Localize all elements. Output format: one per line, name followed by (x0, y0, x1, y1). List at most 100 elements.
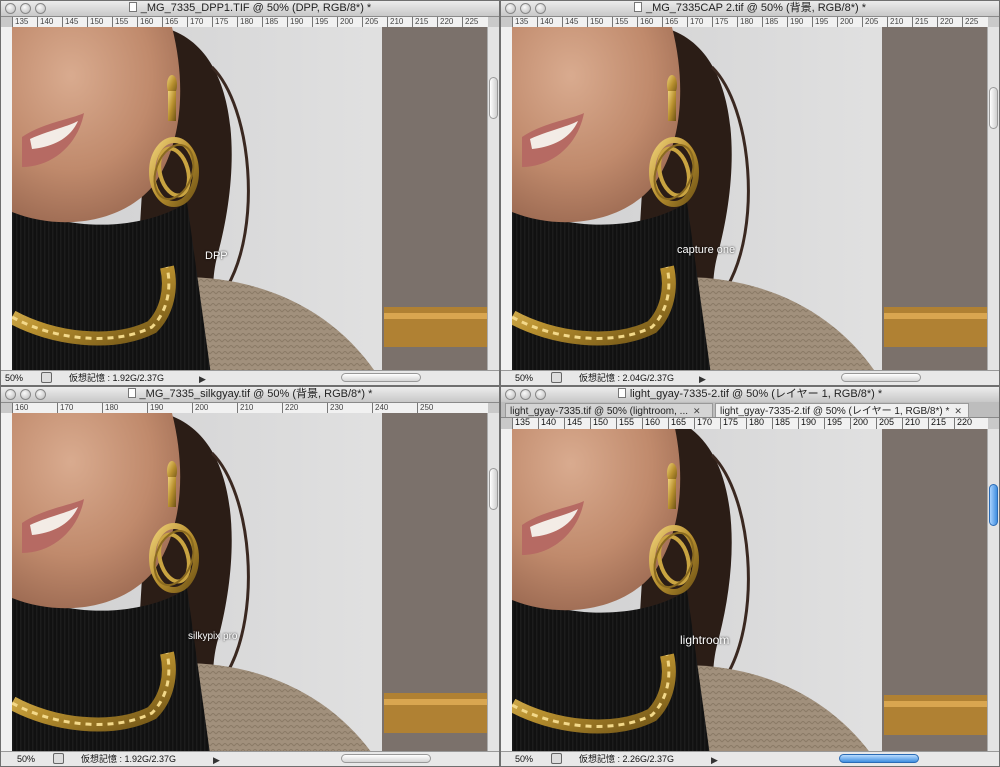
navigator-icon[interactable] (53, 753, 64, 764)
status-bar: 50% 仮想記憶 : 2.04G/2.37G ▶ (501, 370, 999, 385)
vertical-scroll-thumb[interactable] (489, 468, 498, 510)
ruler-tick: 215 (912, 17, 928, 27)
ruler-tick: 160 (12, 403, 28, 413)
ruler-tick: 205 (876, 418, 894, 429)
vertical-scrollbar[interactable] (487, 27, 499, 370)
status-menu-arrow-icon[interactable]: ▶ (699, 372, 706, 385)
status-menu-arrow-icon[interactable]: ▶ (711, 753, 718, 766)
ruler-tick: 195 (824, 418, 842, 429)
document-icon (127, 388, 136, 398)
horizontal-scroll-thumb[interactable] (341, 373, 421, 382)
processor-label: DPP (205, 250, 228, 262)
document-tab-lightroom[interactable]: light_gyay-7335.tif @ 50% (lightroom, ..… (505, 403, 713, 417)
ruler-tick: 200 (337, 17, 353, 27)
window-title: light_gyay-7335-2.tif @ 50% (レイヤー 1, RGB… (629, 388, 883, 400)
memory-status: 仮想記憶 : 1.92G/2.37G (69, 373, 165, 383)
zoom-button[interactable] (535, 389, 546, 400)
zoom-button[interactable] (35, 3, 46, 14)
window-titlebar[interactable]: _MG_7335CAP 2.tif @ 50% (背景, RGB/8*) * (501, 1, 999, 17)
window-controls (5, 389, 46, 400)
close-button[interactable] (505, 389, 516, 400)
document-window-capture-one[interactable]: _MG_7335CAP 2.tif @ 50% (背景, RGB/8*) * 1… (500, 0, 1000, 386)
photo-image (512, 429, 989, 753)
minimize-button[interactable] (520, 3, 531, 14)
ruler-tick: 155 (112, 17, 128, 27)
zoom-button[interactable] (35, 389, 46, 400)
ruler-tick: 195 (812, 17, 828, 27)
status-menu-arrow-icon[interactable]: ▶ (213, 753, 220, 766)
minimize-button[interactable] (20, 389, 31, 400)
ruler-tick: 210 (902, 418, 920, 429)
image-canvas[interactable]: silkypix pro (12, 413, 489, 753)
horizontal-scroll-thumb[interactable] (839, 754, 919, 763)
ruler-tick: 200 (837, 17, 853, 27)
ruler-tick: 190 (147, 403, 163, 413)
ruler-tick: 225 (462, 17, 478, 27)
document-window-lightroom[interactable]: light_gyay-7335-2.tif @ 50% (レイヤー 1, RGB… (500, 386, 1000, 767)
ruler-tick: 165 (662, 17, 678, 27)
zoom-level[interactable]: 50% (515, 752, 545, 766)
ruler-tick: 240 (372, 403, 388, 413)
close-button[interactable] (5, 3, 16, 14)
navigator-icon[interactable] (551, 372, 562, 383)
ruler-tick: 155 (612, 17, 628, 27)
image-canvas[interactable]: lightroom (512, 429, 989, 753)
ruler-tick: 150 (590, 418, 608, 429)
processor-label: lightroom (680, 633, 730, 647)
navigator-icon[interactable] (551, 753, 562, 764)
vertical-scroll-thumb[interactable] (989, 87, 998, 129)
image-canvas[interactable]: DPP (12, 27, 489, 372)
horizontal-scroll-thumb[interactable] (341, 754, 431, 763)
vertical-scrollbar[interactable] (987, 429, 999, 751)
horizontal-scroll-thumb[interactable] (841, 373, 921, 382)
ruler-tick: 135 (12, 17, 28, 27)
image-canvas[interactable]: capture one (512, 27, 989, 372)
ruler-tick: 140 (37, 17, 53, 27)
ruler-tick: 165 (668, 418, 686, 429)
ruler-tick: 140 (538, 418, 556, 429)
ruler-tick: 145 (562, 17, 578, 27)
close-button[interactable] (5, 389, 16, 400)
status-bar: 50% 仮想記憶 : 2.26G/2.37G ▶ (501, 751, 999, 766)
window-titlebar[interactable]: light_gyay-7335-2.tif @ 50% (レイヤー 1, RGB… (501, 387, 999, 403)
ruler-tick: 210 (387, 17, 403, 27)
vertical-scrollbar[interactable] (487, 413, 499, 751)
ruler-tick: 170 (687, 17, 703, 27)
memory-status: 仮想記憶 : 2.04G/2.37G (579, 373, 675, 383)
ruler-tick: 185 (262, 17, 278, 27)
ruler-tick: 175 (712, 17, 728, 27)
document-window-dpp[interactable]: _MG_7335_DPP1.TIF @ 50% (DPP, RGB/8*) * … (0, 0, 500, 386)
processor-label: silkypix pro (188, 631, 238, 642)
zoom-level[interactable]: 50% (515, 371, 545, 385)
ruler-tick: 250 (417, 403, 433, 413)
vertical-scroll-thumb[interactable] (989, 484, 998, 526)
minimize-button[interactable] (20, 3, 31, 14)
window-titlebar[interactable]: _MG_7335_silkgyay.tif @ 50% (背景, RGB/8*)… (1, 387, 499, 403)
status-menu-arrow-icon[interactable]: ▶ (199, 372, 206, 385)
vertical-scrollbar[interactable] (987, 27, 999, 370)
ruler-tick: 155 (616, 418, 634, 429)
ruler-tick: 220 (437, 17, 453, 27)
document-tab-active[interactable]: light_gyay-7335-2.tif @ 50% (レイヤー 1, RGB… (715, 403, 969, 417)
zoom-level[interactable]: 50% (5, 371, 35, 385)
navigator-icon[interactable] (41, 372, 52, 383)
tab-close-icon[interactable]: ✕ (954, 406, 962, 416)
ruler-tick: 210 (887, 17, 903, 27)
ruler-tick: 145 (564, 418, 582, 429)
processor-label: capture one (677, 244, 736, 256)
tab-close-icon[interactable]: ✕ (693, 406, 701, 416)
ruler-tick: 200 (850, 418, 868, 429)
document-icon (128, 2, 137, 12)
close-button[interactable] (505, 3, 516, 14)
document-window-silkypix[interactable]: _MG_7335_silkgyay.tif @ 50% (背景, RGB/8*)… (0, 386, 500, 767)
minimize-button[interactable] (520, 389, 531, 400)
ruler-tick: 210 (237, 403, 253, 413)
ruler-tick: 190 (787, 17, 803, 27)
ruler-tick: 225 (962, 17, 978, 27)
vertical-scroll-thumb[interactable] (489, 77, 498, 119)
tab-label: light_gyay-7335-2.tif @ 50% (レイヤー 1, RGB… (720, 406, 950, 417)
zoom-button[interactable] (535, 3, 546, 14)
ruler-tick: 160 (637, 17, 653, 27)
window-titlebar[interactable]: _MG_7335_DPP1.TIF @ 50% (DPP, RGB/8*) * (1, 1, 499, 17)
zoom-level[interactable]: 50% (17, 752, 47, 766)
